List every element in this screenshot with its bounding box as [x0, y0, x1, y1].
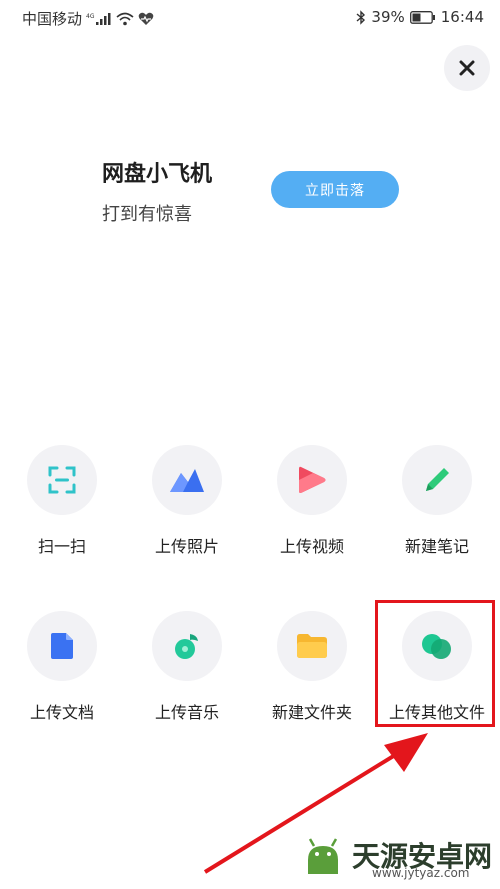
- arrow-icon: [203, 733, 428, 874]
- watermark-url: www.jytyaz.com: [372, 866, 470, 880]
- upload-menu-screen: 中国移动 4G 39% 16:44 网盘小飞机 打到有惊喜 立即击落 扫一扫 上…: [0, 0, 500, 889]
- watermark-android-icon: [308, 838, 338, 874]
